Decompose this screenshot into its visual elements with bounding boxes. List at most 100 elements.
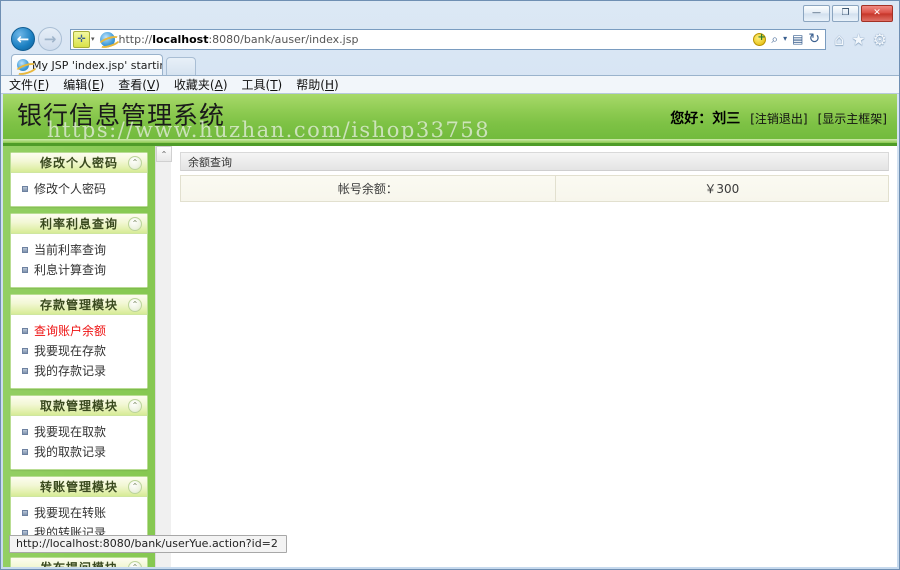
sidebar-section-header[interactable]: 修改个人密码 ⌃ (11, 153, 147, 173)
maximize-button[interactable]: ❐ (832, 5, 859, 22)
sidebar-section-title: 发布提问模块 (40, 559, 118, 567)
menu-label: 文件 (9, 78, 34, 92)
menu-accel: A (214, 78, 223, 92)
menu-item-tools[interactable]: 工具(T) (242, 76, 283, 93)
collapse-icon[interactable]: ⌃ (128, 156, 142, 170)
sidebar-item[interactable]: 当前利率查询 (11, 240, 147, 260)
navigation-toolbar: ← → ✛ ▾ http://localhost:8080/bank/auser… (1, 25, 899, 53)
logout-link[interactable]: [注销退出] (750, 110, 807, 127)
app-banner: 银行信息管理系统 https://www.huzhan.com/ishop337… (3, 94, 897, 146)
menu-bar: 文件(F) 编辑(E) 查看(V) 收藏夹(A) 工具(T) 帮助(H) (1, 75, 899, 94)
address-bar-url: http://localhost:8080/bank/auser/index.j… (119, 33, 359, 46)
menu-label: 工具 (241, 78, 266, 92)
menu-accel: F (37, 78, 45, 92)
page-icon[interactable]: ▤ (792, 33, 803, 45)
menu-accel: T (270, 78, 278, 92)
menu-item-edit[interactable]: 编辑(E) (63, 76, 104, 93)
menu-item-favorites[interactable]: 收藏夹(A) (174, 76, 228, 93)
minimize-button[interactable]: — (803, 5, 830, 22)
sidebar-item[interactable]: 查询账户余额 (11, 321, 147, 341)
show-main-frame-link[interactable]: [显示主框架] (818, 110, 887, 127)
sidebar-section: 发布提问模块⌃发布提问 (10, 557, 148, 567)
gear-icon[interactable]: ⚙ (873, 30, 887, 49)
favorites-icon[interactable]: ★ (851, 30, 865, 49)
search-icon[interactable]: ⌕ (771, 33, 778, 45)
balance-table: 帐号余额： ￥300 (180, 175, 889, 202)
menu-accel: H (324, 78, 334, 92)
bullet-icon (22, 267, 28, 273)
sidebar-section-title: 利率利息查询 (39, 217, 118, 231)
sidebar-item[interactable]: 我要现在转账 (11, 503, 147, 523)
bullet-icon (22, 449, 28, 455)
menu-item-view[interactable]: 查看(V) (118, 76, 160, 93)
collapse-icon[interactable]: ⌃ (128, 561, 142, 567)
refresh-icon[interactable]: ↻ (808, 32, 820, 46)
sidebar-section-body: 查询账户余额我要现在存款我的存款记录 (11, 315, 147, 388)
sidebar-section-header[interactable]: 发布提问模块 ⌃ (11, 558, 147, 567)
bullet-icon (22, 328, 28, 334)
sidebar-item-label: 当前利率查询 (34, 243, 107, 257)
sidebar-item[interactable]: 我的存款记录 (11, 361, 147, 381)
sidebar-item[interactable]: 我要现在存款 (11, 341, 147, 361)
main-content: 余额查询 帐号余额： ￥300 (172, 146, 897, 567)
greeting-text: 您好：刘三 (670, 111, 741, 127)
forward-arrow-icon[interactable]: → (38, 27, 62, 51)
watermark-text: https://www.huzhan.com/ishop33758 (47, 118, 491, 142)
scroll-up-icon[interactable]: ⌃ (156, 146, 172, 162)
bullet-icon (22, 429, 28, 435)
sidebar-item-label: 我要现在转账 (34, 506, 107, 520)
menu-label: 收藏夹 (173, 78, 210, 92)
sidebar-item-label: 修改个人密码 (34, 182, 107, 196)
chevron-down-icon[interactable]: ▾ (783, 35, 787, 43)
bullet-icon (22, 348, 28, 354)
home-icon[interactable]: ⌂ (834, 30, 844, 49)
sidebar-section-title: 修改个人密码 (39, 156, 118, 170)
menu-label: 帮助 (296, 78, 321, 92)
url-host: localhost (152, 32, 209, 46)
url-path: :8080/bank/auser/index.jsp (208, 32, 359, 46)
menu-item-help[interactable]: 帮助(H) (296, 76, 338, 93)
back-arrow-icon[interactable]: ← (11, 27, 35, 51)
sidebar-item-label: 查询账户余额 (34, 324, 107, 338)
chevron-down-icon[interactable]: ▾ (91, 35, 95, 43)
address-bar[interactable]: ✛ ▾ http://localhost:8080/bank/auser/ind… (70, 28, 827, 50)
sidebar-section-header[interactable]: 存款管理模块 ⌃ (11, 295, 147, 315)
shield-icon[interactable]: ✛ (73, 30, 90, 48)
sidebar-section-header[interactable]: 取款管理模块 ⌃ (11, 396, 147, 416)
browser-window: — ❐ ✕ ← → ✛ ▾ http://localhost:8080/bank… (0, 0, 900, 570)
sidebar: 修改个人密码 ⌃ 修改个人密码 利率利息查询 ⌃ 当前利率查询 利息计算查询 存款管理模块 ⌃ 查… (3, 146, 155, 567)
collapse-icon[interactable]: ⌃ (128, 217, 142, 231)
sidebar-section: 存款管理模块 ⌃ 查询账户余额我要现在存款我的存款记录 (10, 294, 148, 389)
sidebar-item-label: 我的存款记录 (34, 364, 107, 378)
sidebar-item[interactable]: 利息计算查询 (11, 260, 147, 280)
sidebar-section-body: 当前利率查询利息计算查询 (11, 234, 147, 287)
bullet-icon (22, 186, 28, 192)
url-scheme: http:// (118, 32, 153, 46)
compatibility-view-icon[interactable] (753, 32, 767, 46)
sidebar-section-title: 存款管理模块 (39, 298, 118, 312)
close-button[interactable]: ✕ (861, 5, 893, 22)
page-body: 修改个人密码 ⌃ 修改个人密码 利率利息查询 ⌃ 当前利率查询 利息计算查询 存款管理模块 ⌃ 查… (3, 146, 897, 567)
sidebar-item[interactable]: 我的取款记录 (11, 442, 147, 462)
browser-tab[interactable]: My JSP 'index.jsp' startin... ✕ (11, 54, 163, 75)
sidebar-section-header[interactable]: 转账管理模块 ⌃ (11, 477, 147, 497)
sidebar-scrollbar[interactable]: ⌃ (155, 146, 172, 567)
sidebar-item[interactable]: 修改个人密码 (11, 179, 147, 199)
sidebar-section: 利率利息查询 ⌃ 当前利率查询利息计算查询 (10, 213, 148, 288)
sidebar-section: 取款管理模块 ⌃ 我要现在取款我的取款记录 (10, 395, 148, 470)
collapse-icon[interactable]: ⌃ (128, 298, 142, 312)
sidebar-section-header[interactable]: 利率利息查询 ⌃ (11, 214, 147, 234)
sidebar-section-title: 取款管理模块 (39, 399, 118, 413)
menu-item-file[interactable]: 文件(F) (9, 76, 49, 93)
title-bar: — ❐ ✕ (1, 1, 899, 25)
collapse-icon[interactable]: ⌃ (128, 480, 142, 494)
sidebar-item[interactable]: 我要现在取款 (11, 422, 147, 442)
status-bar-link-preview: http://localhost:8080/bank/userYue.actio… (9, 535, 287, 553)
new-tab-button[interactable] (166, 57, 196, 75)
sidebar-section-body: 我要现在取款我的取款记录 (11, 416, 147, 469)
collapse-icon[interactable]: ⌃ (128, 399, 142, 413)
menu-accel: E (92, 78, 100, 92)
tab-strip: My JSP 'index.jsp' startin... ✕ (1, 53, 899, 75)
sidebar-item-label: 我的取款记录 (34, 445, 107, 459)
balance-value-cell: ￥300 (555, 176, 888, 201)
